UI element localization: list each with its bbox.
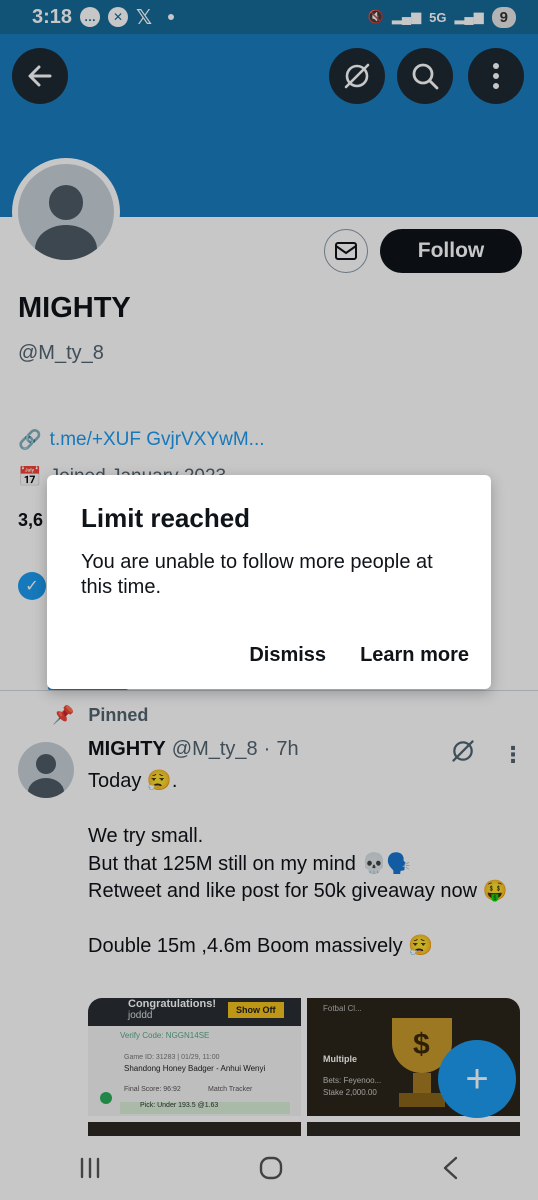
dialog-actions: Dismiss Learn more — [249, 644, 469, 667]
dialog-title: Limit reached — [81, 503, 251, 533]
learn-more-button[interactable]: Learn more — [360, 644, 469, 667]
dismiss-button[interactable]: Dismiss — [249, 644, 326, 667]
limit-reached-dialog: Limit reached You are unable to follow m… — [47, 475, 491, 689]
dialog-body: You are unable to follow more people at … — [81, 551, 433, 598]
